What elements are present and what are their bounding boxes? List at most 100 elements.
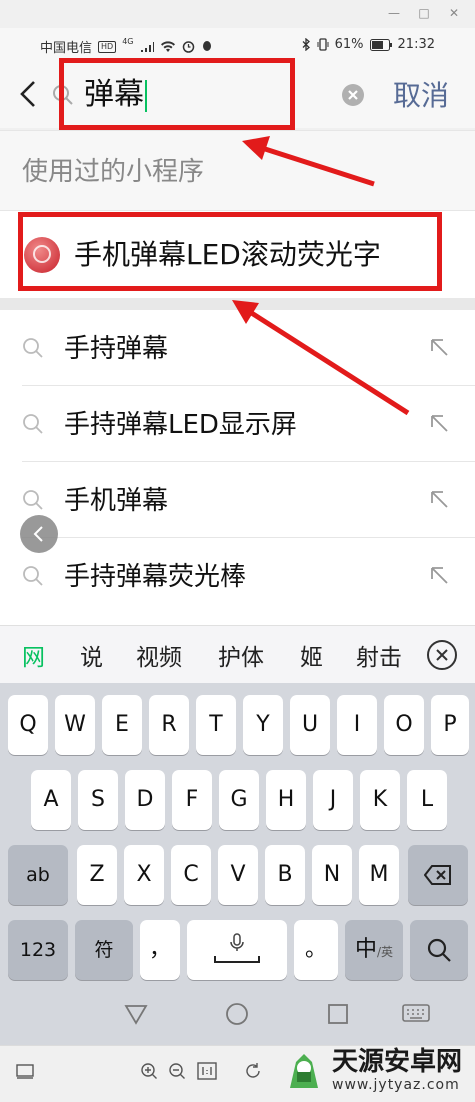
key-numbers[interactable]: 123 [8,920,68,980]
candidate-item[interactable]: 姬 [300,638,323,672]
battery-percent: 61% [334,37,364,52]
mini-program-item[interactable]: 手机弹幕LED滚动荧光字 [0,210,475,298]
carrier-label: 中国电信 [40,41,93,56]
keyboard-hide-icon[interactable] [402,1004,430,1024]
candidate-item[interactable]: 网 [22,638,45,672]
rotate-icon[interactable] [244,1062,262,1080]
backspace-key[interactable] [408,845,468,905]
key-g[interactable]: G [219,770,259,830]
battery-icon [369,38,392,51]
bluetooth-icon [302,38,310,51]
floating-back-button[interactable] [20,515,58,553]
close-candidates-icon[interactable] [427,640,457,670]
zoom-in-icon[interactable] [140,1062,158,1080]
key-period[interactable]: 。 [294,920,338,980]
android-logo-icon [290,1054,318,1088]
screen-icon[interactable] [16,1064,34,1080]
close-window-icon[interactable]: ✕ [444,4,464,22]
suggestion-text: 手机弹幕 [64,486,169,516]
key-y[interactable]: Y [243,695,283,755]
key-t[interactable]: T [196,695,236,755]
qq-icon [202,41,211,51]
text-caret [145,79,147,112]
key-abc[interactable]: ab [8,845,68,905]
nav-home-icon[interactable] [225,1002,249,1026]
space-key[interactable] [187,920,287,980]
clear-search-icon[interactable] [342,84,364,106]
lang-sub-label: /英 [376,945,394,959]
key-l[interactable]: L [407,770,447,830]
key-e[interactable]: E [102,695,142,755]
key-w[interactable]: W [55,695,95,755]
mini-program-label: 手机弹幕LED滚动荧光字 [74,238,381,271]
key-comma[interactable]: ， [140,920,180,980]
fill-query-arrow-icon[interactable] [428,336,450,358]
fill-query-arrow-icon[interactable] [428,564,450,586]
section-header: 使用过的小程序 [0,130,475,210]
search-key[interactable] [410,920,468,980]
search-input[interactable]: 弹幕 [84,74,147,116]
window-titlebar: — □ ✕ [0,0,475,28]
key-j[interactable]: J [313,770,353,830]
search-icon [23,490,43,510]
watermark-title: 天源安卓网 [332,1047,463,1077]
wifi-icon [160,40,175,52]
key-a[interactable]: A [31,770,71,830]
key-z[interactable]: Z [77,845,117,905]
key-n[interactable]: N [312,845,352,905]
key-k[interactable]: K [360,770,400,830]
key-d[interactable]: D [125,770,165,830]
key-s[interactable]: S [78,770,118,830]
suggestion-item[interactable]: 手机弹幕 [0,462,475,538]
key-q[interactable]: Q [8,695,48,755]
backspace-icon [423,865,451,885]
nav-back-icon[interactable] [124,1003,148,1025]
candidate-item[interactable]: 说 [80,638,103,672]
actual-size-icon[interactable] [197,1062,217,1080]
section-title: 使用过的小程序 [22,157,205,187]
key-f[interactable]: F [172,770,212,830]
suggestion-item[interactable]: 手持弹幕LED显示屏 [0,386,475,462]
maximize-icon[interactable]: □ [414,4,434,22]
search-header: 弹幕 取消 [0,62,475,128]
key-u[interactable]: U [290,695,330,755]
key-c[interactable]: C [171,845,211,905]
network-type: 4G [122,37,134,46]
watermark: 天源安卓网 www.jytyaz.com [282,1047,462,1093]
language-toggle-key[interactable]: 中/英 [345,920,403,980]
suggestion-item[interactable]: 手持弹幕 [0,310,475,386]
cancel-button[interactable]: 取消 [393,76,449,116]
key-i[interactable]: I [337,695,377,755]
search-icon [53,85,73,105]
key-m[interactable]: M [359,845,399,905]
candidate-item[interactable]: 视频 [136,638,182,672]
minimize-icon[interactable]: — [384,4,404,22]
divider [0,298,475,310]
mini-program-logo-icon [24,237,60,273]
search-icon [23,414,43,434]
candidate-item[interactable]: 护体 [218,638,264,672]
space-mic-icon [214,933,260,963]
key-symbols[interactable]: 符 [75,920,133,980]
key-v[interactable]: V [218,845,258,905]
key-h[interactable]: H [266,770,306,830]
zoom-out-icon[interactable] [168,1062,186,1080]
search-icon [23,566,43,586]
search-icon [427,938,451,962]
key-x[interactable]: X [124,845,164,905]
key-p[interactable]: P [431,695,469,755]
navigation-bar [0,983,475,1045]
candidate-item[interactable]: 射击 [356,638,402,672]
back-arrow-icon[interactable] [16,76,42,112]
key-r[interactable]: R [149,695,189,755]
clock: 21:32 [397,37,435,52]
signal-icon [140,41,154,52]
suggestion-item[interactable]: 手持弹幕荧光棒 [0,538,475,625]
nav-recents-icon[interactable] [327,1003,349,1025]
fill-query-arrow-icon[interactable] [428,488,450,510]
suggestion-text: 手持弹幕荧光棒 [64,562,247,592]
key-o[interactable]: O [384,695,424,755]
fill-query-arrow-icon[interactable] [428,412,450,434]
key-b[interactable]: B [265,845,305,905]
search-query-text: 弹幕 [84,77,144,112]
